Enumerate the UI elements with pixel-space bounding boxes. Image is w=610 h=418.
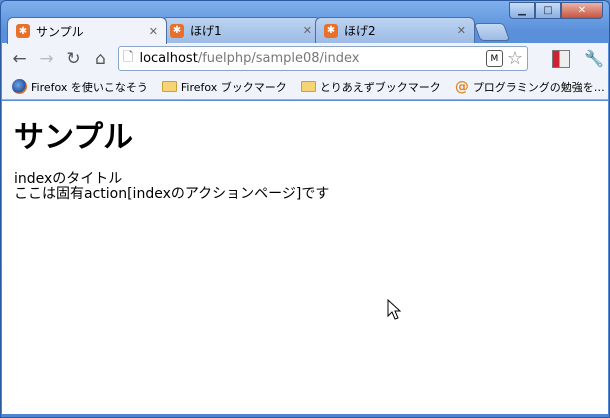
bookmark-label: とりあえずブックマーク — [319, 80, 441, 94]
bookmark-toriaezu[interactable]: とりあえずブックマーク — [300, 79, 441, 95]
page-icon: 🗋 — [123, 49, 134, 65]
bookmark-label: Firefox ブックマーク — [180, 80, 287, 94]
bookmark-firefox-guide[interactable]: Firefox を使いこなそう — [12, 79, 148, 95]
home-icon: ⌂ — [95, 48, 106, 69]
bookmark-firefox-bookmarks[interactable]: Firefox ブックマーク — [161, 79, 287, 95]
firefox-icon — [12, 79, 27, 94]
url-host: localhost — [139, 51, 198, 66]
bookmark-label: プログラミングの勉強を… — [472, 80, 605, 94]
fuel-icon: ✱ — [324, 23, 338, 38]
extension-m-icon[interactable]: M — [485, 50, 503, 67]
tab-hoge1[interactable]: ✱ ほげ1 ✕ — [161, 17, 321, 43]
folder-icon — [300, 81, 316, 92]
tab-title: サンプル — [36, 24, 84, 39]
tab-sample[interactable]: ✱ サンプル ✕ — [7, 17, 167, 44]
index-title: indexのタイトル — [14, 171, 123, 187]
tab-title: ほげ1 — [190, 24, 222, 38]
new-tab-button[interactable] — [473, 23, 511, 41]
bookmark-label: Firefox を使いこなそう — [31, 80, 148, 94]
reload-icon: ↻ — [66, 48, 81, 69]
close-icon[interactable]: ✕ — [457, 24, 466, 37]
toolbar: ← → ↻ ⌂ 🗋 localhost/fuelphp/sample08/ind… — [2, 43, 608, 74]
folder-icon — [161, 81, 177, 92]
wrench-icon[interactable]: 🔧 — [584, 49, 604, 68]
fuel-icon: ✱ — [16, 24, 30, 38]
toolbar-right: 🔧 — [552, 49, 604, 68]
arrow-right-icon: → — [39, 48, 54, 69]
action-description: ここは固有action[indexのアクションページ]です — [14, 186, 330, 202]
url-path: /fuelphp/sample08/index — [197, 51, 360, 66]
forward-button[interactable]: → — [33, 46, 60, 72]
reload-button[interactable]: ↻ — [60, 46, 87, 72]
back-button[interactable]: ← — [6, 46, 33, 72]
at-icon: @ — [454, 78, 469, 95]
home-button[interactable]: ⌂ — [87, 46, 114, 72]
address-bar[interactable]: 🗋 localhost/fuelphp/sample08/index M ☆ — [118, 46, 528, 71]
tab-strip: ✱ サンプル ✕ ✱ ほげ1 ✕ ✱ ほげ2 ✕ — [7, 17, 607, 44]
star-icon[interactable]: ☆ — [507, 48, 523, 69]
fuel-icon: ✱ — [170, 23, 184, 38]
close-icon[interactable]: ✕ — [303, 24, 312, 37]
page-heading: サンプル — [14, 120, 134, 155]
tab-hoge2[interactable]: ✱ ほげ2 ✕ — [315, 17, 475, 43]
page-content: サンプル indexのタイトル ここは固有action[indexのアクションペ… — [2, 101, 608, 414]
url-text[interactable]: localhost/fuelphp/sample08/index — [139, 51, 485, 66]
bookmark-programming[interactable]: @ プログラミングの勉強を… — [455, 79, 605, 95]
tab-title: ほげ2 — [344, 24, 376, 38]
arrow-left-icon: ← — [12, 48, 27, 69]
mouse-cursor-icon — [387, 299, 401, 320]
bookmarks-bar: Firefox を使いこなそう Firefox ブックマーク とりあえずブックマ… — [2, 74, 608, 100]
extension-icon[interactable] — [552, 49, 571, 68]
browser-window: ▁ □ ✕ ✱ サンプル ✕ ✱ ほげ1 ✕ ✱ ほげ2 ✕ ← → ↻ ⌂ 🗋… — [0, 0, 610, 418]
close-icon[interactable]: ✕ — [149, 25, 158, 38]
